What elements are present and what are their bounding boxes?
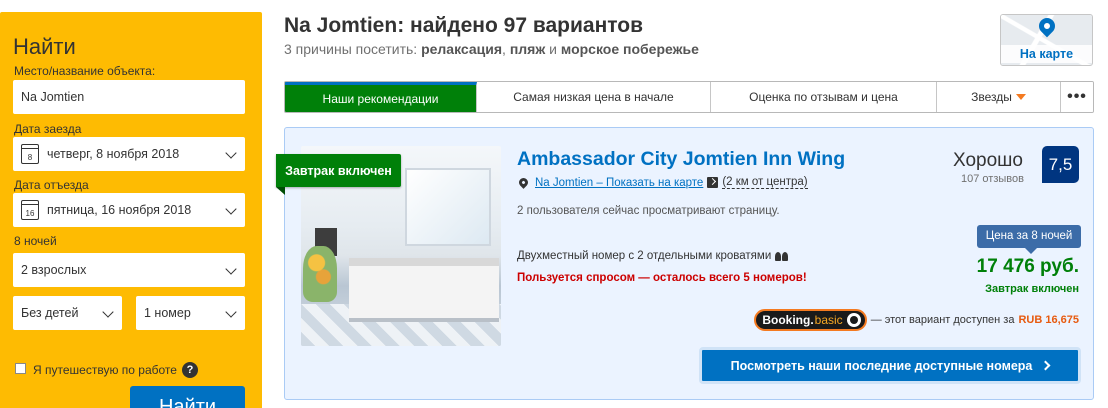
calendar-icon: 16 bbox=[21, 200, 39, 220]
search-panel-title: Найти bbox=[13, 34, 76, 59]
checkout-label: Дата отъезда bbox=[14, 178, 89, 192]
booking-basic-dot-icon bbox=[846, 313, 861, 327]
checkin-label: Дата заезда bbox=[14, 122, 82, 136]
tab-stars[interactable]: Звезды bbox=[937, 82, 1061, 112]
sort-tabs: Наши рекомендации Самая низкая цена в на… bbox=[284, 81, 1094, 113]
show-map-button[interactable]: На карте bbox=[1000, 14, 1093, 66]
show-on-map-link[interactable]: Na Jomtien – Показать на карте bbox=[535, 177, 703, 189]
breakfast-ribbon: Завтрак включен bbox=[276, 154, 401, 195]
map-button-label: На карте bbox=[1001, 45, 1092, 63]
review-count[interactable]: 107 отзывов bbox=[961, 173, 1024, 185]
business-travel-label: Я путешествую по работе ? bbox=[33, 362, 198, 378]
viewing-now-text: 2 пользователя сейчас просматривают стра… bbox=[517, 205, 780, 217]
checkout-date-field[interactable]: 16 пятница, 16 ноября 2018 bbox=[13, 193, 245, 227]
reasons-line: 3 причины посетить: релаксация, пляж и м… bbox=[284, 41, 699, 57]
adults-select[interactable]: 2 взрослых bbox=[13, 253, 245, 287]
reason-beach: пляж bbox=[509, 41, 546, 57]
review-score-badge: 7,5 bbox=[1042, 146, 1079, 183]
property-card: Завтрак включен Ambassador City Jomtien … bbox=[276, 127, 1094, 400]
tab-rating-price[interactable]: Оценка по отзывам и цена bbox=[711, 82, 937, 112]
distance-text: (2 км от центра) bbox=[722, 176, 808, 189]
dropdown-triangle-icon bbox=[1015, 94, 1026, 100]
reason-seaside: морское побережье bbox=[560, 41, 699, 57]
location-row: Na Jomtien – Показать на карте (2 км от … bbox=[517, 176, 808, 189]
booking-basic-price: RUB 16,675 bbox=[1018, 314, 1079, 326]
chevron-down-icon bbox=[225, 147, 237, 159]
checkin-date-field[interactable]: 8 четверг, 8 ноября 2018 bbox=[13, 137, 245, 171]
checkout-value: пятница, 16 ноября 2018 bbox=[47, 203, 192, 217]
chevron-down-icon bbox=[225, 263, 237, 275]
price-period-tag: Цена за 8 ночей bbox=[977, 225, 1081, 254]
chevron-down-icon bbox=[102, 306, 114, 318]
chevron-down-icon bbox=[225, 203, 237, 215]
destination-label: Место/название объекта: bbox=[14, 64, 156, 78]
checkin-value: четверг, 8 ноября 2018 bbox=[47, 147, 180, 161]
help-icon[interactable]: ? bbox=[181, 362, 198, 378]
high-demand-alert: Пользуется спросом — осталось всего 5 но… bbox=[517, 272, 807, 284]
destination-input[interactable]: Na Jomtien bbox=[13, 80, 245, 114]
reason-relaxation: релаксация bbox=[421, 41, 503, 57]
two-guests-icon bbox=[775, 251, 789, 261]
business-travel-checkbox[interactable] bbox=[15, 363, 26, 374]
calendar-icon: 8 bbox=[21, 144, 39, 164]
tab-lowest-price[interactable]: Самая низкая цена в начале bbox=[477, 82, 711, 112]
children-select[interactable]: Без детей bbox=[13, 296, 122, 330]
location-pin-icon bbox=[517, 176, 530, 189]
rating-word: Хорошо bbox=[953, 150, 1023, 171]
room-type: Двухместный номер с 2 отдельными кроватя… bbox=[517, 250, 789, 262]
see-availability-button[interactable]: Посмотреть наши последние доступные номе… bbox=[699, 347, 1081, 384]
more-options-button[interactable]: ••• bbox=[1061, 82, 1093, 112]
price: 17 476 руб. bbox=[976, 256, 1079, 277]
nights-count: 8 ночей bbox=[14, 234, 57, 248]
breakfast-included-note: Завтрак включен bbox=[985, 283, 1079, 295]
chevron-down-icon bbox=[225, 306, 237, 318]
booking-basic-offer: Booking. basic — этот вариант доступен за… bbox=[754, 309, 1079, 331]
tab-recommended[interactable]: Наши рекомендации bbox=[285, 82, 477, 112]
hotel-name-link[interactable]: Ambassador City Jomtien Inn Wing bbox=[517, 148, 845, 171]
booking-basic-logo: Booking. basic bbox=[754, 309, 867, 331]
search-button[interactable]: Найти bbox=[130, 386, 245, 408]
search-panel: Найти Место/название объекта: Na Jomtien… bbox=[0, 12, 262, 408]
chevron-right-icon bbox=[1040, 360, 1051, 371]
page-title: Na Jomtien: найдено 97 вариантов bbox=[284, 14, 643, 37]
destination-value: Na Jomtien bbox=[21, 90, 85, 104]
distance-icon bbox=[707, 177, 719, 188]
rooms-select[interactable]: 1 номер bbox=[136, 296, 245, 330]
